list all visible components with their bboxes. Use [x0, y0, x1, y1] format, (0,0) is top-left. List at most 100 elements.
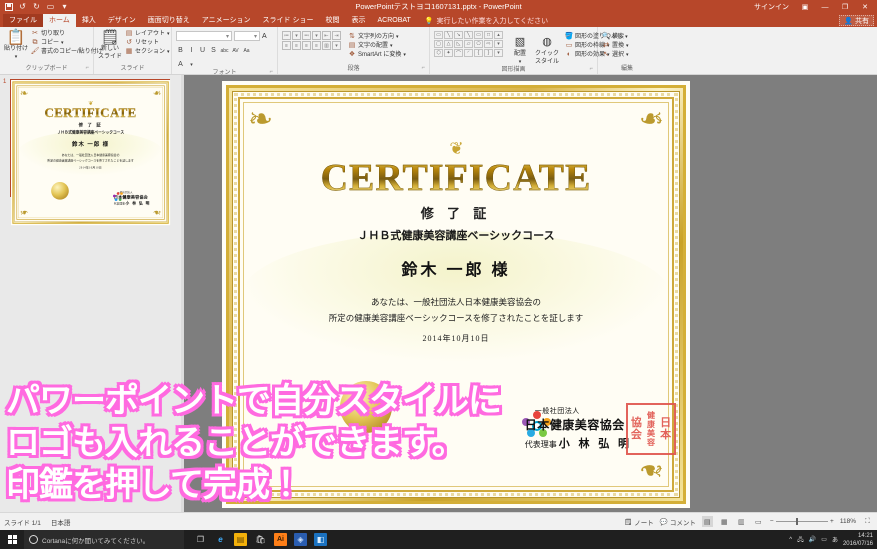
tab-home[interactable]: ホーム: [43, 14, 76, 27]
shapes-more-icon[interactable]: ▾: [494, 49, 503, 57]
clock[interactable]: 14:21 2016/07/16: [843, 532, 873, 548]
tab-animations[interactable]: アニメーション: [196, 14, 257, 27]
shape-triangle-icon[interactable]: △: [444, 40, 453, 48]
shape-curve-icon[interactable]: ⌒: [454, 49, 463, 57]
shape-brace-left-icon[interactable]: {: [474, 49, 483, 57]
normal-view-button[interactable]: ▤: [701, 516, 713, 527]
font-size-combobox[interactable]: ▾: [234, 31, 260, 41]
increase-indent-icon[interactable]: ⇥: [332, 31, 341, 40]
text-direction-chevron-icon[interactable]: ▾: [396, 33, 399, 41]
window-controls[interactable]: サインイン ▣ ― ❐ ✕: [754, 0, 875, 14]
change-case-button[interactable]: Aa: [242, 46, 251, 55]
select-button[interactable]: ↖ 選択 ▾: [602, 51, 629, 59]
arrange-chevron-icon[interactable]: ▾: [519, 59, 522, 65]
ribbon-display-options-icon[interactable]: ▣: [795, 0, 815, 14]
tray-chevron-icon[interactable]: ^: [789, 537, 792, 543]
copy-button[interactable]: ⧉ コピー ▾: [31, 39, 103, 47]
store-icon[interactable]: 🛍: [254, 533, 267, 546]
columns-icon[interactable]: ▥: [322, 41, 331, 50]
numbering-icon[interactable]: ≕: [302, 31, 311, 40]
zoom-in-button[interactable]: +: [830, 518, 834, 525]
find-button[interactable]: 🔍 検索: [602, 33, 629, 41]
start-button[interactable]: [0, 530, 24, 549]
tell-me-search-box[interactable]: 💡 実行したい作業を入力してください: [425, 14, 548, 27]
slide-indicator[interactable]: スライド 1/1: [4, 517, 41, 527]
shape-square-icon[interactable]: □: [484, 31, 493, 39]
system-tray[interactable]: ^ 🖧 🔊 ▭ あ 14:21 2016/07/16: [789, 532, 877, 548]
new-slide-button[interactable]: 🗒 新しい スライド: [98, 28, 122, 61]
zoom-level-label[interactable]: 118%: [840, 518, 856, 525]
paste-chevron-icon[interactable]: ▾: [15, 54, 18, 60]
arrange-button[interactable]: ▧ 配置 ▾: [509, 33, 531, 65]
decrease-indent-icon[interactable]: ⇤: [322, 31, 331, 40]
layout-button[interactable]: ▤ レイアウト ▾: [125, 30, 170, 38]
reset-button[interactable]: ↺ リセット: [125, 39, 170, 47]
comments-button[interactable]: 💬 コメント: [660, 517, 696, 527]
font-name-combobox[interactable]: ▾: [176, 31, 232, 41]
slideshow-view-button[interactable]: ▭: [753, 516, 764, 527]
action-center-icon[interactable]: ▭: [821, 536, 827, 543]
select-chevron-icon[interactable]: ▾: [626, 51, 629, 59]
share-button[interactable]: 👤 共有: [839, 15, 874, 26]
tab-design[interactable]: デザイン: [102, 14, 142, 27]
shape-rounded-icon[interactable]: ▢: [434, 40, 443, 48]
tab-view[interactable]: 表示: [345, 14, 371, 27]
paste-button[interactable]: 📋 貼り付け ▾: [4, 28, 28, 60]
align-right-icon[interactable]: ≡: [302, 41, 311, 50]
bullets-chevron-icon[interactable]: ▾: [292, 31, 301, 40]
character-spacing-button[interactable]: AV: [231, 46, 240, 55]
shape-arrow2-icon[interactable]: ⇨: [484, 40, 493, 48]
notes-button[interactable]: 🗒 ノート: [624, 517, 654, 527]
tab-review[interactable]: 校閲: [319, 14, 345, 27]
office-app-icon[interactable]: ◧: [314, 533, 327, 546]
taskbar-app-buttons[interactable]: ❐ e ▤ 🛍 Ai ◈ ◧: [194, 533, 327, 546]
tab-file[interactable]: ファイル: [3, 14, 43, 27]
tab-insert[interactable]: 挿入: [76, 14, 102, 27]
underline-button[interactable]: U: [198, 46, 207, 55]
shape-arrow-icon[interactable]: ↘: [454, 31, 463, 39]
replace-chevron-icon[interactable]: ▾: [626, 42, 629, 50]
restore-icon[interactable]: ❐: [835, 0, 855, 14]
italic-button[interactable]: I: [187, 46, 196, 55]
drawing-dialog-launcher-icon[interactable]: ⌐: [589, 65, 593, 74]
file-explorer-icon[interactable]: ▤: [234, 533, 247, 546]
tab-acrobat[interactable]: ACROBAT: [371, 14, 416, 27]
shape-line-icon[interactable]: ╲: [444, 31, 453, 39]
increase-font-size-icon[interactable]: A: [262, 33, 267, 40]
shapes-scroll-up-icon[interactable]: ▴: [494, 31, 503, 39]
align-center-icon[interactable]: ≡: [292, 41, 301, 50]
edge-icon[interactable]: e: [214, 533, 227, 546]
cortana-search-box[interactable]: Cortanaに何か聞いてみてください。: [24, 530, 184, 549]
task-view-icon[interactable]: ❐: [194, 533, 207, 546]
volume-icon[interactable]: 🔊: [809, 536, 816, 543]
smartart-chevron-icon[interactable]: ▾: [403, 51, 406, 59]
reading-view-button[interactable]: ▥: [736, 516, 747, 527]
shape-arc-icon[interactable]: ◜: [464, 49, 473, 57]
format-painter-button[interactable]: 🖌 書式のコピー/貼り付け: [31, 48, 103, 56]
language-indicator[interactable]: 日本語: [51, 517, 71, 527]
shape-pentagon-icon[interactable]: ⬠: [474, 40, 483, 48]
sign-in-button[interactable]: サインイン: [754, 2, 789, 12]
align-text-button[interactable]: ▤ 文字の配置 ▾: [348, 42, 406, 50]
shapes-scroll-down-icon[interactable]: ▾: [494, 40, 503, 48]
section-button[interactable]: ▦ セクション ▾: [125, 48, 170, 56]
strikethrough-button[interactable]: abc: [220, 46, 229, 55]
close-icon[interactable]: ✕: [855, 0, 875, 14]
shape-rect-icon[interactable]: ▭: [474, 31, 483, 39]
bullets-icon[interactable]: ≔: [282, 31, 291, 40]
shape-recent-icon[interactable]: ▭: [434, 31, 443, 39]
text-shadow-button[interactable]: S: [209, 46, 218, 55]
clipboard-dialog-launcher-icon[interactable]: ⌐: [85, 64, 89, 73]
layout-chevron-icon[interactable]: ▾: [167, 30, 170, 38]
shape-rtriangle-icon[interactable]: ◺: [454, 40, 463, 48]
section-chevron-icon[interactable]: ▾: [167, 48, 170, 56]
replace-button[interactable]: ⇄ 置換 ▾: [602, 42, 629, 50]
shape-parallelogram-icon[interactable]: ▱: [464, 40, 473, 48]
slide-thumbnail-1[interactable]: ❧ ❧ ❧ ❧ ❦ CERTIFICATE 修 了 証 ＪＨＢ式健康美容講座ベー…: [10, 79, 171, 226]
ribbon-tab-bar[interactable]: ファイル ホーム 挿入 デザイン 画面切り替え アニメーション スライド ショー…: [0, 14, 877, 27]
paragraph-dialog-launcher-icon[interactable]: ⌐: [421, 64, 425, 73]
illustrator-icon[interactable]: Ai: [274, 533, 287, 546]
cut-button[interactable]: ✂ 切り取り: [31, 30, 103, 38]
bold-button[interactable]: B: [176, 46, 185, 55]
shape-hexagon-icon[interactable]: ⬡: [434, 49, 443, 57]
